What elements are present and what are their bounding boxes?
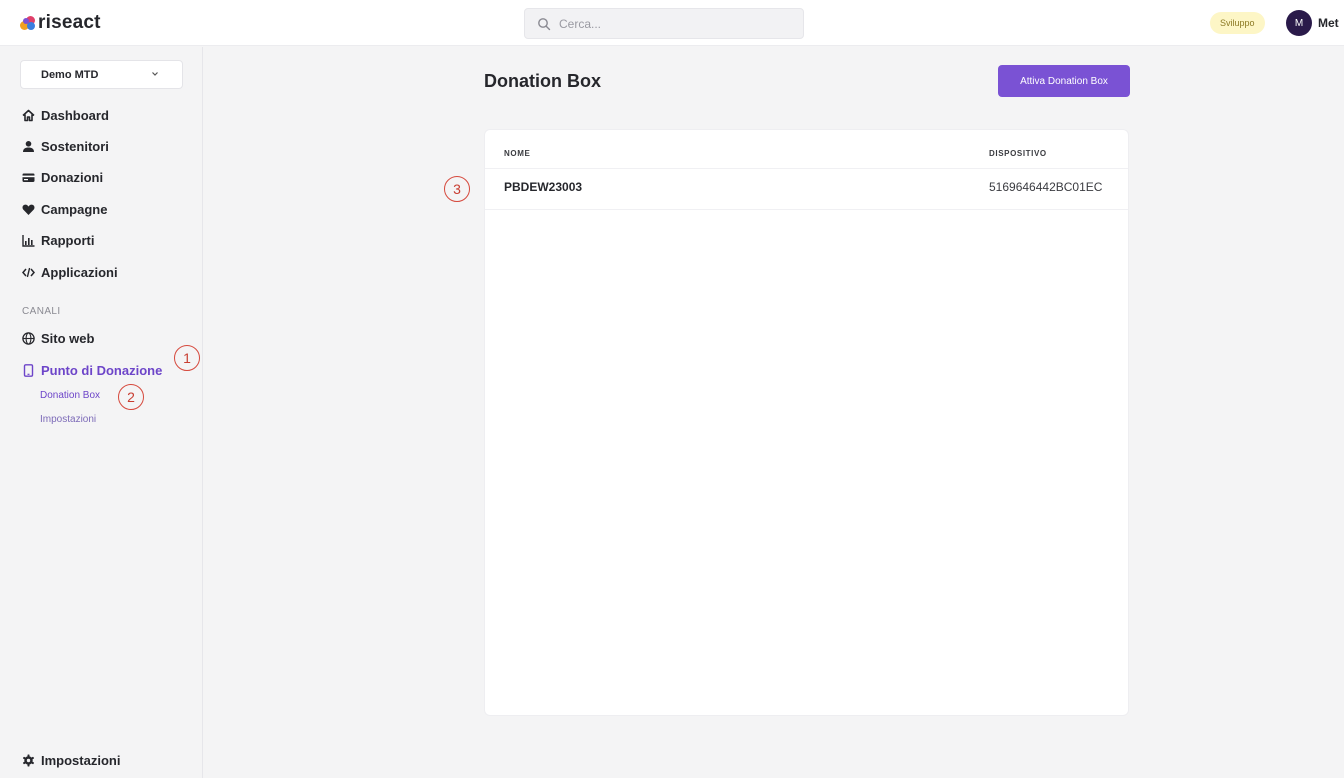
avatar[interactable]: M: [1286, 10, 1312, 36]
sidebar-item-label: Campagne: [41, 201, 108, 217]
sidebar-item-label: Impostazioni: [41, 752, 121, 768]
sidebar-item-punto-di-donazione[interactable]: Punto di Donazione: [22, 361, 162, 379]
sidebar-item-applicazioni[interactable]: Applicazioni: [22, 263, 118, 281]
top-bar: riseact Sviluppo M Met: [0, 0, 1344, 46]
heart-icon: [22, 204, 35, 215]
environment-badge: Sviluppo: [1210, 12, 1265, 34]
chart-icon: [22, 234, 35, 247]
sidebar-item-sostenitori[interactable]: Sostenitori: [22, 137, 109, 155]
sidebar: Demo MTD Dashboard Sostenitori Donazioni…: [0, 47, 203, 778]
globe-icon: [22, 331, 35, 345]
home-icon: [22, 109, 35, 121]
user-name[interactable]: Met: [1318, 16, 1339, 30]
organization-select-value: Demo MTD: [41, 68, 99, 81]
search-box[interactable]: [524, 8, 804, 39]
search-icon: [538, 17, 551, 30]
sidebar-item-sito-web[interactable]: Sito web: [22, 329, 94, 347]
sidebar-item-label: Sostenitori: [41, 138, 109, 154]
user-icon: [23, 140, 34, 152]
chevron-down-icon: [152, 72, 158, 76]
annotation-marker-3: 3: [444, 176, 470, 202]
sidebar-item-label: Dashboard: [41, 107, 109, 123]
sidebar-item-label: Donazioni: [41, 169, 104, 185]
sidebar-item-label: Sito web: [41, 330, 95, 346]
column-header-dispositivo: DISPOSITIVO: [989, 149, 1047, 158]
sidebar-item-dashboard[interactable]: Dashboard: [22, 106, 109, 124]
gear-icon: [23, 754, 34, 766]
table-row[interactable]: PBDEW23003 5169646442BC01EC: [485, 169, 1128, 210]
sidebar-item-rapporti[interactable]: Rapporti: [22, 231, 94, 249]
sidebar-item-label: Rapporti: [41, 232, 95, 248]
sidebar-item-campagne[interactable]: Campagne: [22, 200, 107, 218]
sidebar-item-donazioni[interactable]: Donazioni: [22, 168, 103, 186]
search-input[interactable]: [559, 16, 789, 31]
sidebar-item-label: Punto di Donazione: [41, 362, 163, 378]
sidebar-subitem-impostazioni[interactable]: Impostazioni: [40, 414, 96, 425]
column-header-nome: NOME: [504, 149, 531, 158]
annotation-marker-1: 1: [174, 345, 200, 371]
cell-dispositivo: 5169646442BC01EC: [989, 180, 1103, 194]
logo-text: riseact: [38, 12, 101, 33]
sidebar-item-impostazioni[interactable]: Impostazioni: [22, 751, 120, 769]
organization-select[interactable]: Demo MTD: [20, 60, 183, 89]
donation-box-table: NOME DISPOSITIVO PBDEW23003 5169646442BC…: [484, 129, 1129, 716]
channels-section-label: CANALI: [22, 306, 61, 317]
logo-icon: [20, 15, 36, 31]
activate-donation-box-button[interactable]: Attiva Donation Box: [998, 65, 1130, 97]
code-icon: [22, 267, 35, 277]
credit-card-icon: [22, 173, 35, 182]
sidebar-subitem-donation-box[interactable]: Donation Box: [40, 390, 100, 401]
annotation-marker-2: 2: [118, 384, 144, 410]
cell-nome: PBDEW23003: [504, 180, 583, 194]
tablet-icon: [23, 363, 34, 377]
logo[interactable]: riseact: [20, 11, 101, 35]
sidebar-item-label: Applicazioni: [41, 264, 118, 280]
page-title: Donation Box: [484, 71, 601, 91]
